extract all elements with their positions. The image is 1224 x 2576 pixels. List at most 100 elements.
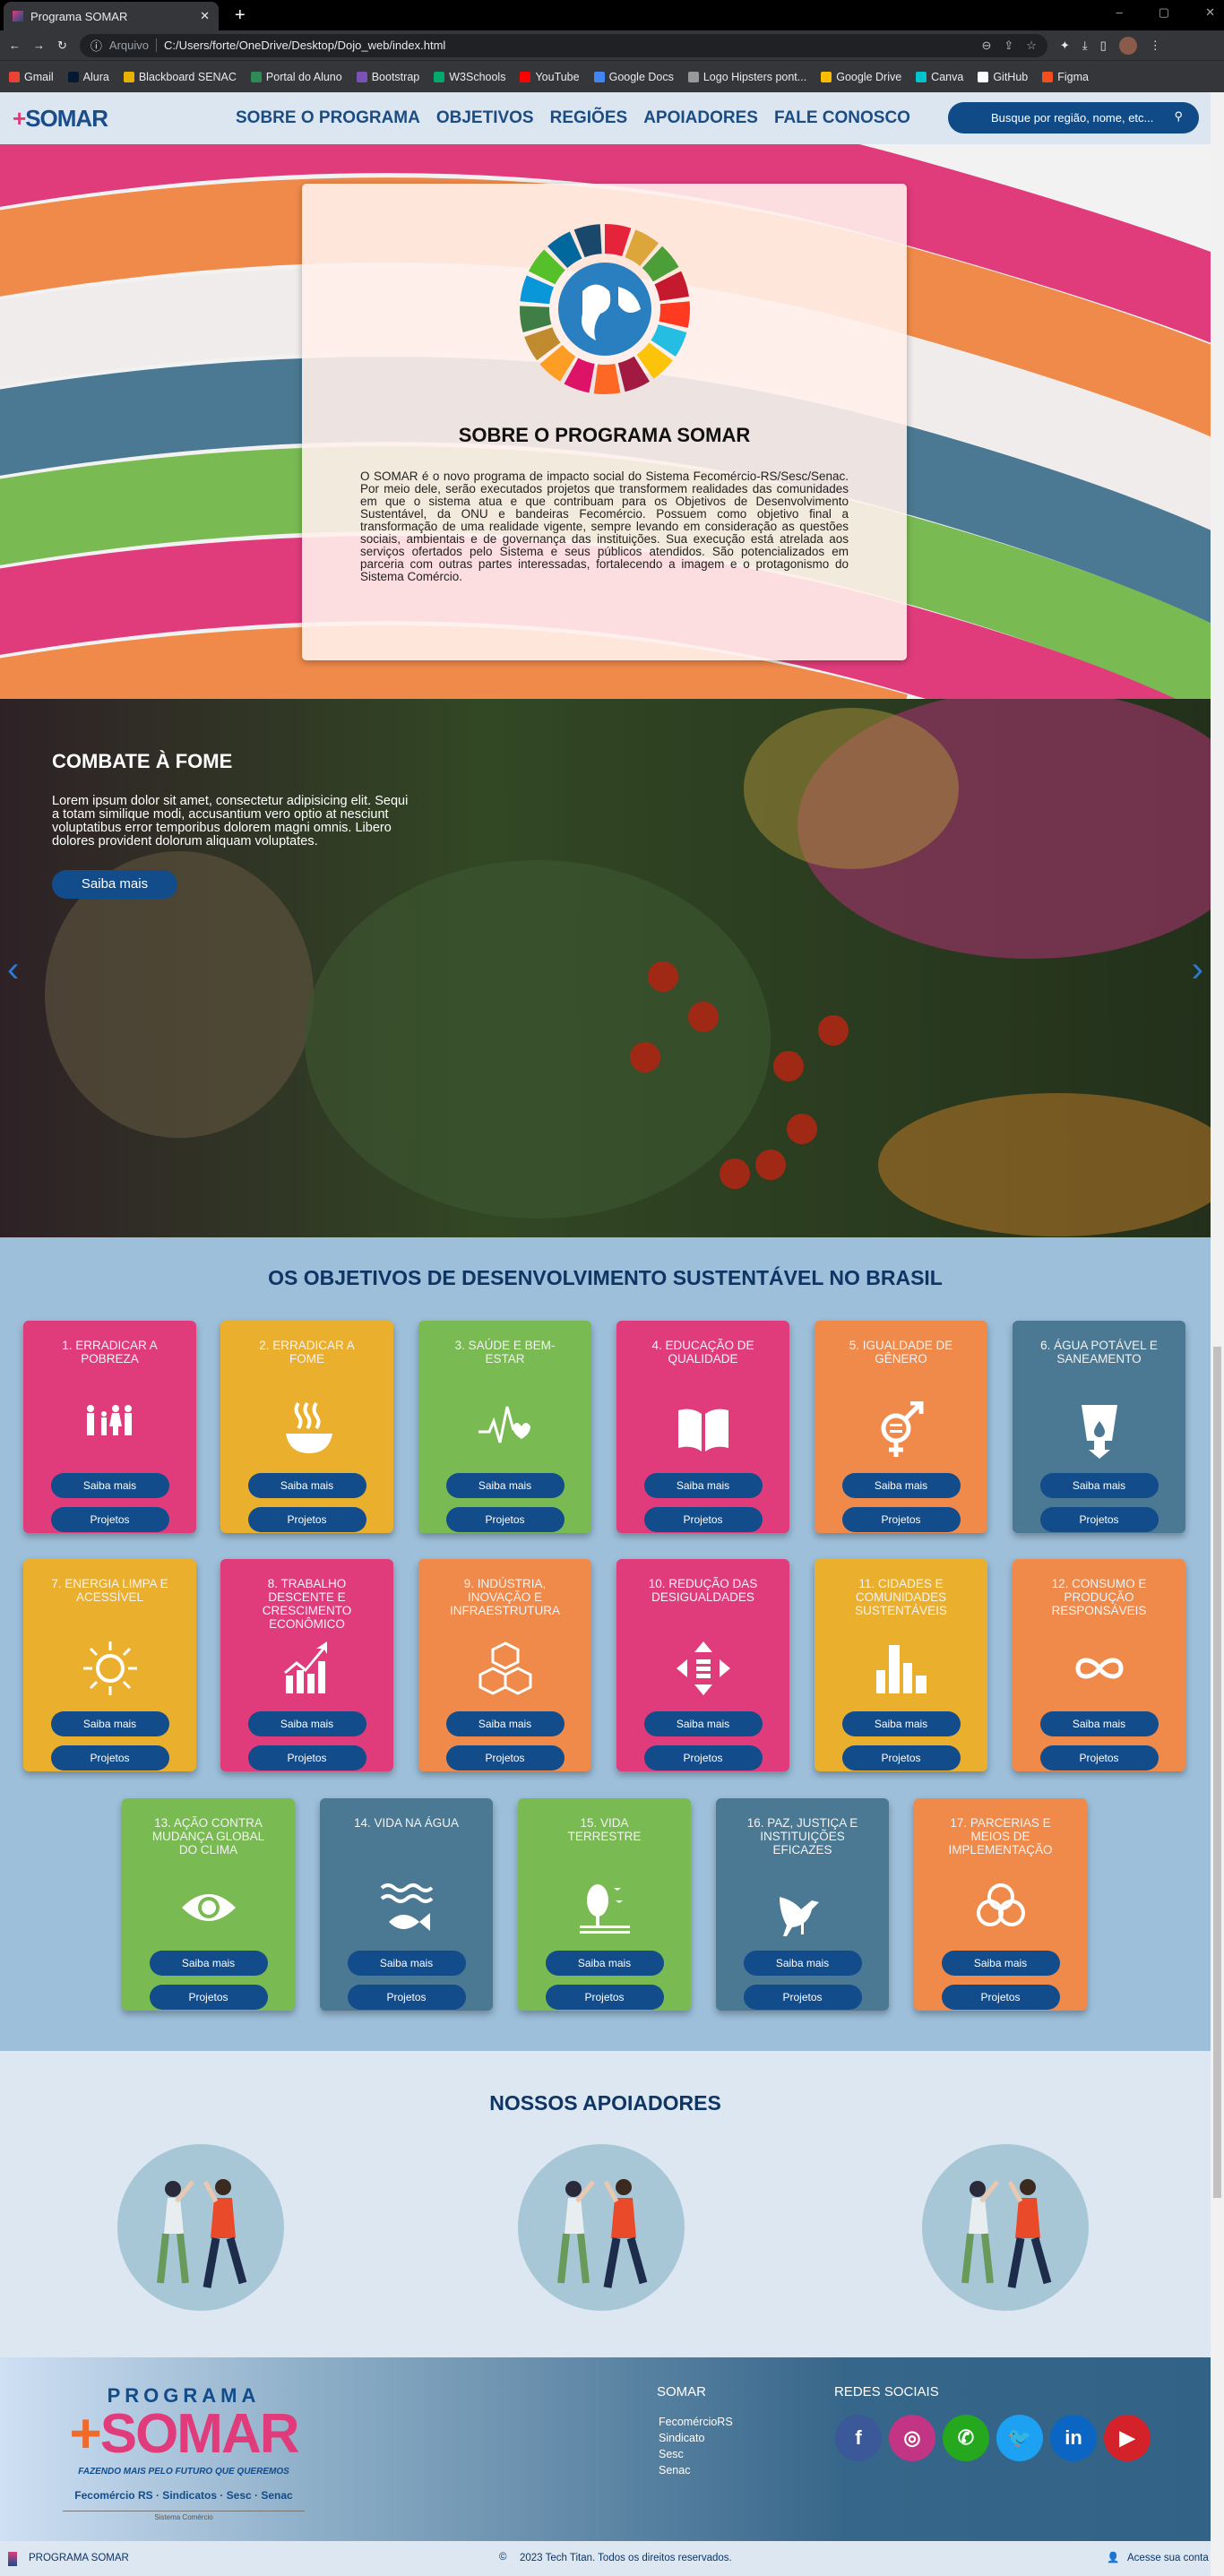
bookmark-item[interactable]: Gmail [9, 71, 54, 83]
saiba-mais-button[interactable]: Saiba mais [841, 1473, 961, 1498]
projetos-button[interactable]: Projetos [643, 1745, 763, 1770]
bookmark-item[interactable]: Bootstrap [356, 71, 419, 83]
bookmark-item[interactable]: Canva [916, 71, 963, 83]
saiba-mais-button[interactable]: Saiba mais [149, 1951, 268, 1976]
saiba-mais-button[interactable]: Saiba mais [743, 1951, 862, 1976]
projetos-button[interactable]: Projetos [50, 1507, 169, 1532]
bookmark-item[interactable]: W3Schools [434, 71, 505, 83]
footer-link-fecomercio[interactable]: FecomércioRS [659, 2416, 733, 2428]
projetos-button[interactable]: Projetos [347, 1985, 466, 2010]
projetos-button[interactable]: Projetos [445, 1507, 565, 1532]
bookmark-item[interactable]: Logo Hipsters pont... [687, 71, 806, 83]
account-link[interactable]: Acesse sua conta [1127, 2553, 1209, 2563]
saiba-mais-button[interactable]: Saiba mais [347, 1951, 466, 1976]
saiba-mais-button[interactable]: Saiba mais [841, 1711, 961, 1736]
bookmark-item[interactable]: Google Drive [821, 71, 901, 83]
projetos-button[interactable]: Projetos [247, 1745, 366, 1770]
projetos-button[interactable]: Projetos [1039, 1507, 1159, 1532]
zoom-icon[interactable]: ⊖ [981, 39, 991, 53]
goal-card: 4. EDUCAÇÃO DE QUALIDADE Saiba mais Projet… [616, 1321, 789, 1533]
saiba-mais-button[interactable]: Saiba mais [247, 1711, 366, 1736]
sdg-wheel-logo [520, 224, 690, 394]
saiba-mais-button[interactable]: Saiba mais [50, 1473, 169, 1498]
saiba-mais-button[interactable]: Saiba mais [941, 1951, 1060, 1976]
bookmark-icon [1042, 71, 1054, 82]
projetos-button[interactable]: Projetos [841, 1745, 961, 1770]
search-icon[interactable]: ⚲ [1174, 109, 1183, 124]
nav-apoiadores[interactable]: APOIADORES [643, 108, 758, 128]
saiba-mais-button[interactable]: Saiba mais [643, 1711, 763, 1736]
close-tab-icon[interactable]: ✕ [200, 9, 210, 23]
maximize-icon[interactable]: ▢ [1159, 5, 1169, 20]
somar-mini-logo [8, 2552, 17, 2566]
saiba-mais-button[interactable]: Saiba mais [445, 1711, 565, 1736]
projetos-button[interactable]: Projetos [643, 1507, 763, 1532]
whatsapp-icon[interactable]: ✆ [943, 2415, 989, 2461]
nav-objetivos[interactable]: OBJETIVOS [436, 108, 534, 128]
saiba-mais-button[interactable]: Saiba mais [545, 1951, 664, 1976]
instagram-icon[interactable]: ◎ [889, 2415, 935, 2461]
projetos-button[interactable]: Projetos [545, 1985, 664, 2010]
back-icon[interactable]: ← [9, 39, 21, 52]
footer-link-senac[interactable]: Senac [659, 2464, 690, 2477]
twitter-icon[interactable]: 🐦 [996, 2415, 1043, 2461]
youtube-icon[interactable]: ▶ [1104, 2415, 1151, 2461]
download-icon[interactable]: ⤓ [1082, 39, 1088, 53]
saiba-mais-button[interactable]: Saiba mais [50, 1711, 169, 1736]
bookmark-icon [520, 71, 531, 82]
new-tab-button[interactable]: + [235, 5, 246, 26]
bookmark-item[interactable]: Alura [67, 71, 109, 83]
saiba-mais-button[interactable]: Saiba mais [1039, 1473, 1159, 1498]
bookmark-item[interactable]: Figma [1042, 71, 1089, 83]
saiba-mais-button[interactable]: Saiba mais [643, 1473, 763, 1498]
browser-tab[interactable]: Programa SOMAR ✕ [4, 2, 219, 30]
linkedin-icon[interactable]: in [1050, 2415, 1097, 2461]
projetos-button[interactable]: Projetos [841, 1507, 961, 1532]
facebook-icon[interactable]: f [835, 2415, 882, 2461]
bookmark-item[interactable]: Portal do Aluno [250, 71, 342, 83]
menu-icon[interactable]: ⋮ [1150, 39, 1161, 53]
saiba-mais-button[interactable]: Saiba mais [247, 1473, 366, 1498]
projetos-button[interactable]: Projetos [1039, 1745, 1159, 1770]
goal-card: 2. ERRADICAR A FOME Saiba mais Projetos [220, 1321, 393, 1533]
bookmark-item[interactable]: Blackboard SENAC [123, 71, 237, 83]
saiba-mais-button[interactable]: Saiba mais [1039, 1711, 1159, 1736]
share-icon[interactable]: ⇪ [1004, 39, 1013, 53]
nav-fale-conosco[interactable]: FALE CONOSCO [774, 108, 910, 128]
scrollbar[interactable] [1211, 92, 1224, 2576]
browser-chrome: Programa SOMAR ✕ + – ▢ ✕ ← → ↻ ⓘ Arquivo C:/Use… [0, 0, 1224, 92]
avatar[interactable] [1118, 36, 1137, 55]
projetos-button[interactable]: Projetos [941, 1985, 1060, 2010]
close-window-icon[interactable]: ✕ [1205, 5, 1215, 20]
projetos-button[interactable]: Projetos [149, 1985, 268, 2010]
footer-logo: PROGRAMA +SOMAR FAZENDO MAIS PELO FUTURO… [63, 2384, 305, 2521]
forward-icon[interactable]: → [33, 39, 45, 52]
sidepanel-icon[interactable]: ▯ [1100, 39, 1107, 53]
projetos-button[interactable]: Projetos [247, 1507, 366, 1532]
nav-regioes[interactable]: REGIÕES [550, 108, 628, 128]
saiba-mais-button[interactable]: Saiba mais [445, 1473, 565, 1498]
carousel-next-icon[interactable]: › [1192, 950, 1203, 990]
carousel-saiba-mais-button[interactable]: Saiba mais [52, 870, 177, 899]
nav-sobre[interactable]: SOBRE O PROGRAMA [236, 108, 420, 128]
projetos-button[interactable]: Projetos [50, 1745, 169, 1770]
minimize-icon[interactable]: – [1116, 5, 1123, 20]
footer-link-sesc[interactable]: Sesc [659, 2448, 684, 2460]
bookmark-icon [250, 71, 262, 82]
star-icon[interactable]: ☆ [1026, 39, 1037, 53]
bookmark-item[interactable]: GitHub [978, 71, 1028, 83]
bookmark-item[interactable]: YouTube [520, 71, 580, 83]
user-icon: 👤 [1107, 2553, 1120, 2563]
projetos-button[interactable]: Projetos [445, 1745, 565, 1770]
search-input[interactable]: Busque por região, nome, etc... ⚲ [948, 102, 1199, 134]
growth-chart-icon [283, 1641, 327, 1693]
somar-logo[interactable]: +SOMAR [13, 105, 108, 133]
bookmark-item[interactable]: Google Docs [593, 71, 674, 83]
reload-icon[interactable]: ↻ [57, 39, 67, 53]
address-bar[interactable]: ⓘ Arquivo C:/Users/forte/OneDrive/Desktop/… [79, 33, 1047, 57]
extensions-icon[interactable]: ✦ [1060, 39, 1070, 53]
info-icon: ⓘ [90, 39, 102, 53]
projetos-button[interactable]: Projetos [743, 1985, 862, 2010]
footer-link-sindicato[interactable]: Sindicato [659, 2432, 704, 2444]
carousel-prev-icon[interactable]: ‹ [7, 950, 19, 990]
